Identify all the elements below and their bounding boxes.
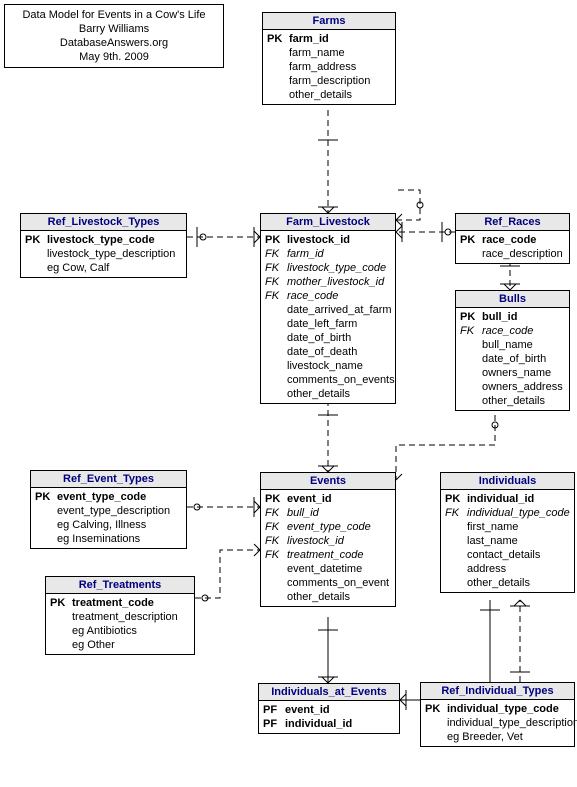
diagram-title: Data Model for Events in a Cow's Life	[11, 8, 217, 22]
entity-title: Bulls	[456, 291, 569, 308]
attr: date_arrived_at_farm	[287, 303, 392, 317]
attr: contact_details	[467, 548, 570, 562]
attr: last_name	[467, 534, 570, 548]
attr: date_of_birth	[287, 331, 391, 345]
pf-field: event_id	[285, 703, 395, 717]
attr: date_of_death	[287, 345, 391, 359]
pk-field: livestock_type_code	[47, 233, 182, 247]
attr: comments_on_events	[287, 373, 395, 387]
entity-individuals: Individuals PKindividual_id FKindividual…	[440, 472, 575, 593]
attr: date_of_birth	[482, 352, 565, 366]
entity-title: Farm_Livestock	[261, 214, 395, 231]
attr: address	[467, 562, 570, 576]
attr: farm_address	[289, 60, 391, 74]
attr: eg Antibiotics	[72, 624, 190, 638]
pk-field: bull_id	[482, 310, 565, 324]
pk-field: individual_id	[467, 492, 570, 506]
entity-ref-livestock-types: Ref_Livestock_Types PKlivestock_type_cod…	[20, 213, 187, 278]
fk-field: livestock_id	[287, 534, 391, 548]
entity-farm-livestock: Farm_Livestock PKlivestock_id FKfarm_id …	[260, 213, 396, 404]
entity-ref-races: Ref_Races PKrace_code race_description	[455, 213, 570, 264]
pf-field: individual_id	[285, 717, 395, 731]
pk-field: livestock_id	[287, 233, 391, 247]
attr: eg Other	[72, 638, 190, 652]
fk-field: race_code	[482, 324, 565, 338]
attr: other_details	[482, 394, 565, 408]
entity-ref-treatments: Ref_Treatments PKtreatment_code treatmen…	[45, 576, 195, 655]
er-diagram: { "meta": { "title": "Data Model for Eve…	[0, 0, 577, 787]
fk-field: mother_livestock_id	[287, 275, 391, 289]
diagram-author: Barry Williams	[11, 22, 217, 36]
pk-field: event_id	[287, 492, 391, 506]
attr: eg Inseminations	[57, 532, 182, 546]
attr: farm_description	[289, 74, 391, 88]
pk-field: individual_type_code	[447, 702, 570, 716]
entity-title: Ref_Races	[456, 214, 569, 231]
attr: eg Breeder, Vet	[447, 730, 570, 744]
entity-individuals-at-events: Individuals_at_Events PFevent_id PFindiv…	[258, 683, 400, 734]
attr: comments_on_event	[287, 576, 391, 590]
pk-field: farm_id	[289, 32, 391, 46]
attr: race_description	[482, 247, 565, 261]
diagram-title-box: Data Model for Events in a Cow's Life Ba…	[4, 4, 224, 68]
entity-events: Events PKevent_id FKbull_id FKevent_type…	[260, 472, 396, 607]
entity-bulls: Bulls PKbull_id FKrace_code bull_name da…	[455, 290, 570, 411]
attr: individual_type_description	[447, 716, 577, 730]
pk-field: event_type_code	[57, 490, 182, 504]
entity-title: Ref_Livestock_Types	[21, 214, 186, 231]
attr: livestock_type_description	[47, 247, 182, 261]
entity-title: Events	[261, 473, 395, 490]
attr: treatment_description	[72, 610, 190, 624]
attr: other_details	[289, 88, 391, 102]
diagram-date: May 9th. 2009	[11, 50, 217, 64]
attr: other_details	[287, 590, 391, 604]
entity-ref-event-types: Ref_Event_Types PKevent_type_code event_…	[30, 470, 187, 549]
entity-ref-individual-types: Ref_Individual_Types PKindividual_type_c…	[420, 682, 575, 747]
attr: eg Cow, Calf	[47, 261, 182, 275]
fk-field: farm_id	[287, 247, 391, 261]
pk-field: race_code	[482, 233, 565, 247]
entity-title: Farms	[263, 13, 395, 30]
attr: other_details	[287, 387, 391, 401]
attr: bull_name	[482, 338, 565, 352]
fk-field: race_code	[287, 289, 391, 303]
entity-title: Ref_Treatments	[46, 577, 194, 594]
attr: other_details	[467, 576, 570, 590]
entity-title: Individuals	[441, 473, 574, 490]
attr: date_left_farm	[287, 317, 391, 331]
attr: first_name	[467, 520, 570, 534]
attr: livestock_name	[287, 359, 391, 373]
fk-field: bull_id	[287, 506, 391, 520]
attr: farm_name	[289, 46, 391, 60]
attr: owners_address	[482, 380, 565, 394]
fk-field: individual_type_code	[467, 506, 570, 520]
fk-field: event_type_code	[287, 520, 391, 534]
entity-title: Individuals_at_Events	[259, 684, 399, 701]
entity-title: Ref_Individual_Types	[421, 683, 574, 700]
attr: event_datetime	[287, 562, 391, 576]
attr: eg Calving, Illness	[57, 518, 182, 532]
attr: event_type_description	[57, 504, 182, 518]
attr: owners_name	[482, 366, 565, 380]
entity-title: Ref_Event_Types	[31, 471, 186, 488]
fk-field: treatment_code	[287, 548, 391, 562]
pk-field: treatment_code	[72, 596, 190, 610]
entity-farms: Farms PKfarm_id farm_name farm_address f…	[262, 12, 396, 105]
diagram-site: DatabaseAnswers.org	[11, 36, 217, 50]
fk-field: livestock_type_code	[287, 261, 391, 275]
